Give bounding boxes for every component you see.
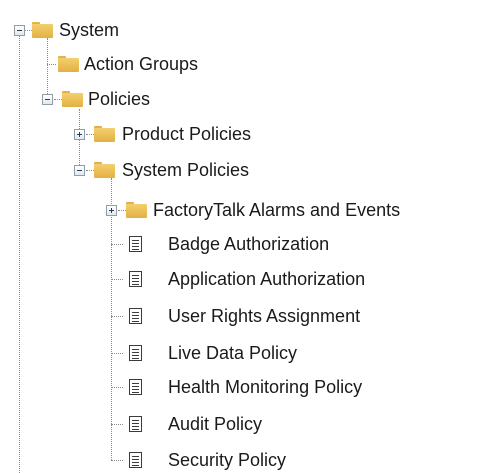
document-icon <box>129 308 142 324</box>
tree-connector <box>111 316 123 317</box>
folder-icon <box>94 126 115 142</box>
folder-icon <box>126 202 147 218</box>
document-icon <box>129 452 142 468</box>
folder-icon <box>58 56 79 72</box>
tree-connector <box>111 279 123 280</box>
tree-node-system[interactable]: System <box>59 19 119 41</box>
tree-connector <box>118 210 126 211</box>
tree-connector <box>47 38 48 98</box>
tree-node-system-policies[interactable]: System Policies <box>122 159 249 181</box>
tree-connector <box>86 134 94 135</box>
tree-connector <box>111 353 123 354</box>
tree-connector <box>24 30 32 31</box>
document-icon <box>129 416 142 432</box>
document-icon <box>129 345 142 361</box>
expand-toggle-product-policies[interactable] <box>74 129 85 140</box>
tree-connector <box>111 424 123 425</box>
expand-toggle-factorytalk-alarms[interactable] <box>106 205 117 216</box>
tree-node-live-data-policy[interactable]: Live Data Policy <box>168 342 297 364</box>
tree-node-user-rights-assignment[interactable]: User Rights Assignment <box>168 305 360 327</box>
collapse-toggle-system[interactable] <box>14 25 25 36</box>
tree-node-product-policies[interactable]: Product Policies <box>122 123 251 145</box>
tree-connector <box>47 64 56 65</box>
collapse-toggle-policies[interactable] <box>42 94 53 105</box>
tree-node-policies[interactable]: Policies <box>88 88 150 110</box>
tree-node-badge-authorization[interactable]: Badge Authorization <box>168 233 329 255</box>
tree-connector <box>111 178 112 460</box>
tree-connector <box>54 99 62 100</box>
tree-connector <box>111 387 123 388</box>
tree-view: System Action Groups Policies Product Po… <box>0 0 488 473</box>
tree-connector <box>111 244 123 245</box>
tree-node-application-authorization[interactable]: Application Authorization <box>168 268 365 290</box>
document-icon <box>129 271 142 287</box>
tree-connector <box>86 170 94 171</box>
tree-connector <box>111 460 123 461</box>
folder-icon <box>94 162 115 178</box>
tree-node-action-groups[interactable]: Action Groups <box>84 53 198 75</box>
folder-icon <box>32 22 53 38</box>
tree-connector <box>19 35 20 473</box>
collapse-toggle-system-policies[interactable] <box>74 165 85 176</box>
tree-node-audit-policy[interactable]: Audit Policy <box>168 413 262 435</box>
folder-icon <box>62 91 83 107</box>
document-icon <box>129 236 142 252</box>
tree-node-security-policy[interactable]: Security Policy <box>168 449 286 471</box>
document-icon <box>129 379 142 395</box>
tree-node-factorytalk-alarms[interactable]: FactoryTalk Alarms and Events <box>153 199 400 221</box>
tree-node-health-monitoring-policy[interactable]: Health Monitoring Policy <box>168 376 362 398</box>
